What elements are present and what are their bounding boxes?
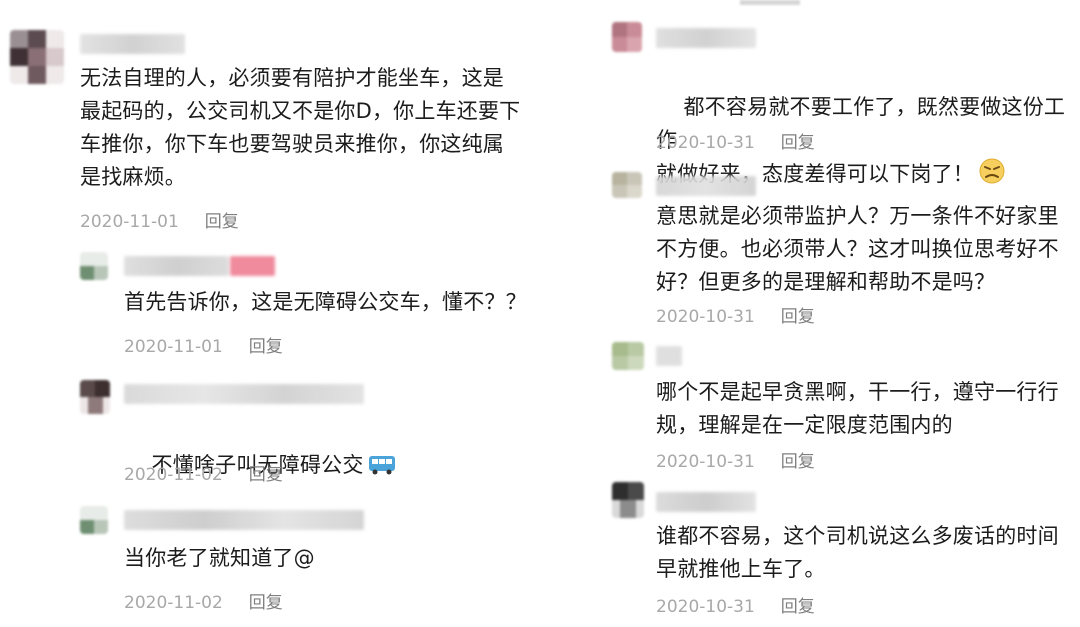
comment-date: 2020-10-31 — [656, 452, 755, 472]
comment-meta: 2020-10-31 回复 — [656, 302, 815, 327]
reply-text: 当你老了就知道了@ — [124, 546, 315, 570]
reply-button[interactable]: 回复 — [781, 307, 815, 327]
reply-button[interactable]: 回复 — [249, 593, 283, 613]
reply-button[interactable]: 回复 — [781, 597, 815, 617]
comment-text: 哪个不是起早贪黑啊，干一行，遵守一行行 规，理解是在一定限度范围内的 — [656, 380, 1059, 437]
column-divider — [592, 0, 598, 627]
username-blurred[interactable] — [124, 384, 364, 404]
username-blurred[interactable] — [656, 176, 756, 196]
username-blurred[interactable] — [656, 492, 756, 512]
comment-meta: 2020-11-01 回复 — [80, 207, 239, 232]
reply-date: 2020-11-01 — [124, 337, 223, 357]
reply-date: 2020-11-02 — [124, 593, 223, 613]
username-blurred[interactable] — [124, 256, 229, 276]
angry-face-icon — [978, 157, 1006, 195]
avatar[interactable] — [612, 482, 644, 518]
avatar[interactable] — [80, 252, 108, 280]
reply-button[interactable]: 回复 — [205, 212, 239, 232]
reply-button[interactable]: 回复 — [249, 465, 283, 485]
avatar[interactable] — [612, 342, 644, 370]
comment-date: 2020-10-31 — [656, 597, 755, 617]
comment-meta: 2020-10-31 回复 — [656, 128, 815, 153]
avatar[interactable] — [10, 30, 64, 84]
reply-button[interactable]: 回复 — [781, 452, 815, 472]
username-blurred[interactable] — [80, 34, 185, 54]
bus-icon — [368, 453, 396, 486]
username-blurred[interactable] — [656, 28, 756, 48]
username-blurred-tag — [230, 256, 275, 276]
blurred-username-fragment — [740, 0, 800, 5]
avatar[interactable] — [80, 380, 110, 414]
comment-date: 2020-11-01 — [80, 212, 179, 232]
comment-date: 2020-10-31 — [656, 307, 755, 327]
reply-text: 首先告诉你，这是无障碍公交车，懂不？？ — [124, 290, 527, 314]
comment-meta: 2020-10-31 回复 — [656, 592, 815, 617]
reply-meta: 2020-11-01 回复 — [124, 332, 283, 357]
comment-text: 意思就是必须带监护人？万一条件不好家里 不方便。也必须带人？这才叫换位思考好不 … — [656, 204, 1059, 294]
username-blurred[interactable] — [656, 346, 682, 366]
reply-date: 2020-11-02 — [124, 465, 223, 485]
reply-meta: 2020-11-02 回复 — [124, 588, 283, 613]
avatar[interactable] — [80, 506, 108, 534]
avatar[interactable] — [612, 22, 642, 52]
reply-button[interactable]: 回复 — [249, 337, 283, 357]
comment-text: 谁都不容易，这个司机说这么多废话的时间 早就推他上车了。 — [656, 524, 1059, 581]
comment-meta: 2020-10-31 回复 — [656, 447, 815, 472]
username-blurred[interactable] — [124, 510, 364, 530]
reply-button[interactable]: 回复 — [781, 133, 815, 153]
reply-meta: 2020-11-02 回复 — [124, 460, 283, 485]
comment-text: 无法自理的人，必须要有陪护才能坐车，这是 最起码的，公交司机又不是你D，你上车还… — [80, 66, 521, 189]
avatar[interactable] — [612, 172, 642, 198]
comment-date: 2020-10-31 — [656, 133, 755, 153]
